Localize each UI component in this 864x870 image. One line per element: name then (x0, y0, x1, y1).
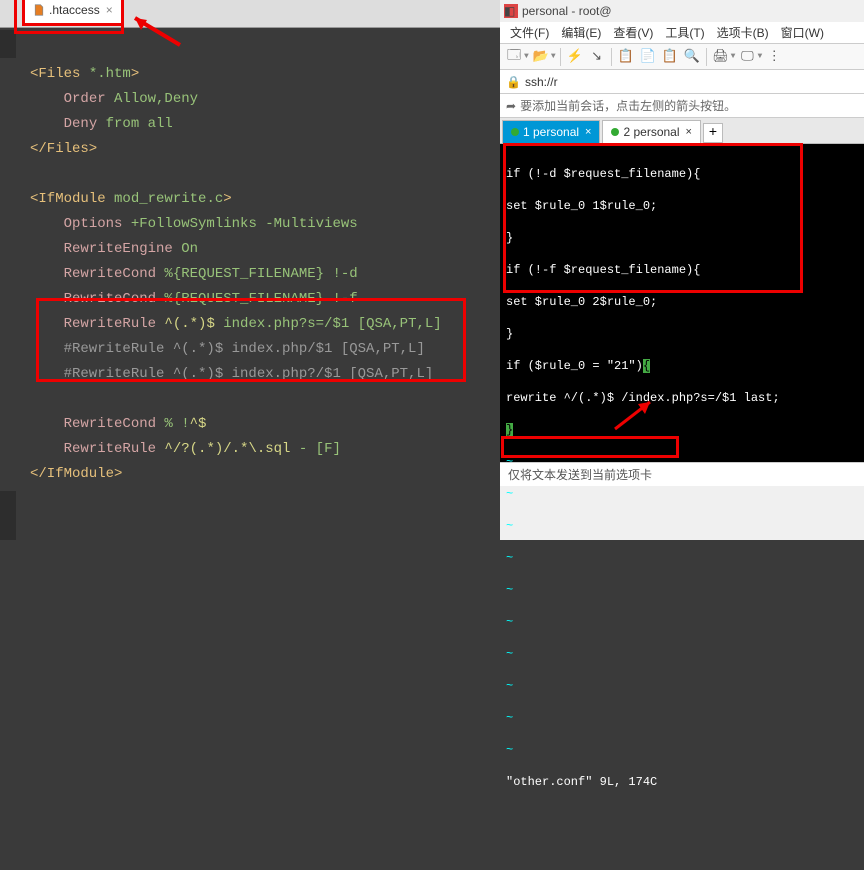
status-dot-icon (611, 128, 619, 136)
term-tab-1[interactable]: 1 personal × (502, 120, 600, 143)
close-icon[interactable]: × (106, 3, 113, 17)
copy-icon[interactable]: 📄 (638, 47, 658, 67)
props-icon[interactable]: 📋 (616, 47, 636, 67)
close-icon[interactable]: × (686, 126, 692, 138)
editor-pane: .htaccess × <Files *.htm> Order Allow,De… (0, 0, 500, 540)
print-icon[interactable]: 🖨 (711, 47, 731, 67)
address-bar[interactable]: 🔒 ssh://r (500, 70, 864, 94)
lock-icon: 🔒 (506, 75, 521, 89)
find-icon[interactable]: 🔍 (682, 47, 702, 67)
vim-status: "other.conf" 9L, 174C (506, 774, 858, 790)
new-session-icon[interactable]: 🗔 (504, 47, 524, 67)
menu-tool[interactable]: 工具(T) (661, 22, 708, 43)
menu-file[interactable]: 文件(F) (506, 22, 553, 43)
hint-bar: ➦ 要添加当前会话，点击左侧的箭头按钮。 (500, 94, 864, 118)
disconnect-icon[interactable]: ↘ (587, 47, 607, 67)
menu-view[interactable]: 查看(V) (609, 22, 657, 43)
tab-label: .htaccess (49, 3, 100, 17)
help-icon[interactable]: ⋮ (764, 47, 784, 67)
open-icon[interactable]: 📂 (531, 47, 551, 67)
tag-files-open: Files (38, 66, 80, 82)
cursor: { (643, 359, 650, 373)
close-icon[interactable]: × (585, 126, 591, 138)
reconnect-icon[interactable]: ⚡ (565, 47, 585, 67)
editor-tab-bar: .htaccess × (0, 0, 500, 28)
tag-ifmodule-open: IfModule (38, 191, 105, 207)
toolbar: 🗔▼ 📂▼ ⚡ ↘ 📋 📄 📋 🔍 🖨▼ 🖵▼ ⋮ (500, 44, 864, 70)
terminal-window-title: ◧ personal - root@ (500, 0, 864, 22)
editor-tab-htaccess[interactable]: .htaccess × (22, 0, 124, 26)
code-editor[interactable]: <Files *.htm> Order Allow,Deny Deny from… (0, 58, 500, 491)
paste-icon[interactable]: 📋 (660, 47, 680, 67)
menu-tab[interactable]: 选项卡(B) (713, 22, 773, 43)
terminal-pane: ◧ personal - root@ 文件(F) 编辑(E) 查看(V) 工具(… (500, 0, 864, 540)
arrow-icon: ➦ (506, 99, 516, 113)
terminal-tabs: 1 personal × 2 personal × + (500, 118, 864, 144)
status-dot-icon (511, 128, 519, 136)
tag-files-close: </Files> (30, 141, 97, 157)
tag-ifmodule-close: </IfModule> (30, 466, 122, 482)
menu-bar: 文件(F) 编辑(E) 查看(V) 工具(T) 选项卡(B) 窗口(W) (500, 22, 864, 44)
app-icon: ◧ (504, 4, 518, 18)
file-icon (33, 4, 45, 16)
terminal-body[interactable]: if (!-d $request_filename){ set $rule_0 … (500, 144, 864, 462)
add-tab-button[interactable]: + (703, 123, 723, 143)
menu-edit[interactable]: 编辑(E) (557, 22, 605, 43)
screen-icon[interactable]: 🖵 (737, 47, 757, 67)
term-tab-2[interactable]: 2 personal × (602, 120, 700, 143)
menu-window[interactable]: 窗口(W) (777, 22, 828, 43)
